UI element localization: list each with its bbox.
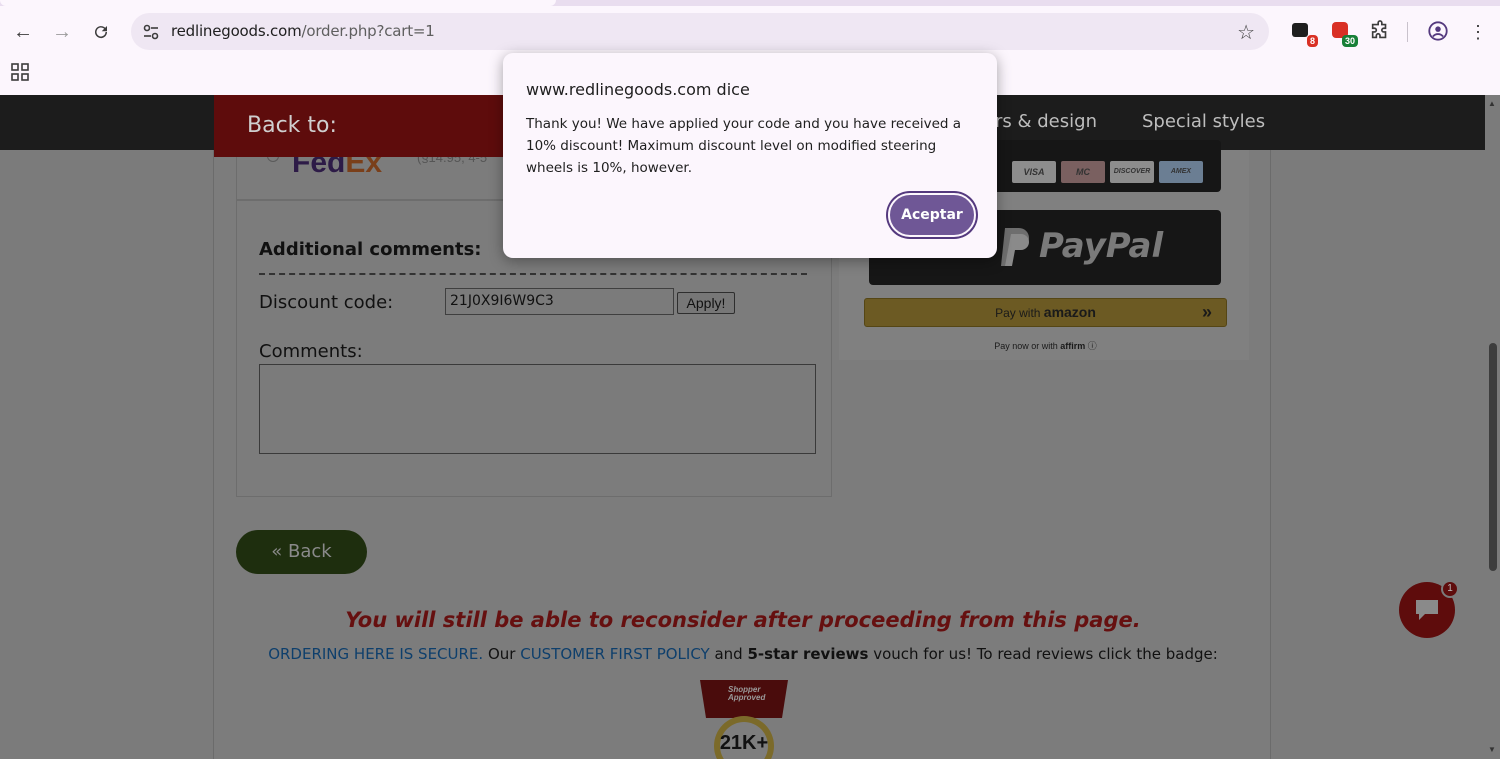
dialog-accept-button[interactable]: Aceptar: [888, 193, 976, 237]
dialog-message: Thank you! We have applied your code and…: [526, 116, 962, 176]
mastercard-icon: MC: [1061, 161, 1105, 183]
secure-text-1: Our: [483, 645, 521, 663]
forward-arrow-icon[interactable]: →: [48, 18, 76, 46]
back-arrow-icon[interactable]: ←: [9, 18, 37, 46]
paypal-p-icon: [1001, 228, 1029, 266]
back-to-menu[interactable]: Back to:: [214, 95, 504, 157]
profile-glyph: [1428, 21, 1448, 41]
discount-code-input[interactable]: 21J0X9I6W9C3: [445, 288, 674, 315]
paypal-wordmark: PayPal: [1039, 226, 1164, 266]
site-info-icon[interactable]: [141, 22, 161, 42]
apps-grid-icon[interactable]: [11, 63, 29, 81]
extension-b-badge: 30: [1341, 35, 1358, 47]
url-host: redlinegoods.com: [171, 22, 302, 40]
amazon-wordmark: amazon: [1043, 304, 1096, 320]
reload-icon-glyph: [95, 26, 108, 39]
scrollbar-thumb[interactable]: [1489, 343, 1497, 571]
comments-textarea[interactable]: [259, 364, 816, 454]
browser-menu-icon[interactable]: ⋮: [1464, 18, 1492, 46]
discount-code-label: Discount code:: [259, 292, 394, 313]
extension-a-badge: 8: [1306, 35, 1318, 47]
page-scrollbar[interactable]: ▲ ▼: [1485, 95, 1500, 759]
extension-b-icon[interactable]: 30: [1330, 20, 1358, 47]
double-chevron-icon: »: [1201, 302, 1212, 322]
amex-icon: AMEX: [1159, 161, 1203, 183]
url-text[interactable]: redlinegoods.com/order.php?cart=1: [171, 22, 435, 40]
secure-text-3: vouch for us! To read reviews click the …: [868, 645, 1218, 663]
address-bar[interactable]: redlinegoods.com/order.php?cart=1 ☆: [131, 13, 1269, 50]
nav-item-special-styles[interactable]: Special styles: [1142, 111, 1265, 132]
dialog-title: www.redlinegoods.com dice: [526, 80, 750, 99]
affirm-prefix: Pay now or with: [994, 341, 1061, 351]
puzzle-glyph: [1371, 20, 1387, 39]
apply-discount-button[interactable]: Apply!: [677, 292, 735, 314]
reconsider-notice: You will still be able to reconsider aft…: [345, 608, 1141, 632]
dashed-divider: [259, 273, 807, 275]
toolbar-divider: [1407, 22, 1408, 42]
comments-label: Comments:: [259, 341, 363, 362]
chat-bubble-icon: [1416, 600, 1438, 620]
active-tab[interactable]: [0, 0, 556, 6]
customer-first-policy-link[interactable]: CUSTOMER FIRST POLICY: [520, 645, 710, 663]
amazon-pay-button[interactable]: Pay with amazon »: [864, 298, 1227, 327]
shopper-badge-label: Shopper Approved: [728, 685, 766, 702]
bookmark-star-icon[interactable]: ☆: [1237, 20, 1255, 45]
info-icon[interactable]: ⓘ: [1088, 341, 1097, 351]
url-path: /order.php?cart=1: [301, 22, 435, 40]
visa-icon: VISA: [1012, 161, 1056, 183]
affirm-note[interactable]: Pay now or with affirm ⓘ: [864, 339, 1227, 352]
ordering-secure-link[interactable]: ORDERING HERE IS SECURE.: [268, 645, 483, 663]
secure-line: ORDERING HERE IS SECURE. Our CUSTOMER FI…: [214, 645, 1272, 663]
scroll-up-arrow-icon[interactable]: ▲: [1488, 99, 1496, 108]
chat-notification-badge: 1: [1441, 580, 1459, 598]
extension-a-icon[interactable]: 8: [1290, 20, 1318, 47]
discover-icon: DISCOVER: [1110, 161, 1154, 183]
shopper-approved-badge[interactable]: Shopper Approved 21K+: [692, 680, 796, 759]
alert-dialog: www.redlinegoods.com dice Thank you! We …: [503, 53, 997, 258]
affirm-wordmark: affirm: [1060, 341, 1086, 351]
back-button[interactable]: « Back: [236, 530, 367, 574]
shopper-badge-count: 21K+: [719, 732, 769, 754]
additional-comments-heading: Additional comments:: [259, 239, 482, 260]
five-star-reviews: 5-star reviews: [747, 645, 869, 663]
amazon-pay-prefix: Pay with: [995, 306, 1044, 320]
secure-text-2: and: [709, 645, 748, 663]
profile-avatar-icon[interactable]: [1427, 20, 1449, 42]
nav-item-colors-design[interactable]: rs & design: [995, 111, 1097, 132]
extensions-puzzle-icon[interactable]: [1369, 20, 1391, 42]
tab-strip: [0, 0, 1500, 6]
reload-icon[interactable]: [87, 18, 115, 46]
scroll-down-arrow-icon[interactable]: ▼: [1488, 745, 1496, 754]
